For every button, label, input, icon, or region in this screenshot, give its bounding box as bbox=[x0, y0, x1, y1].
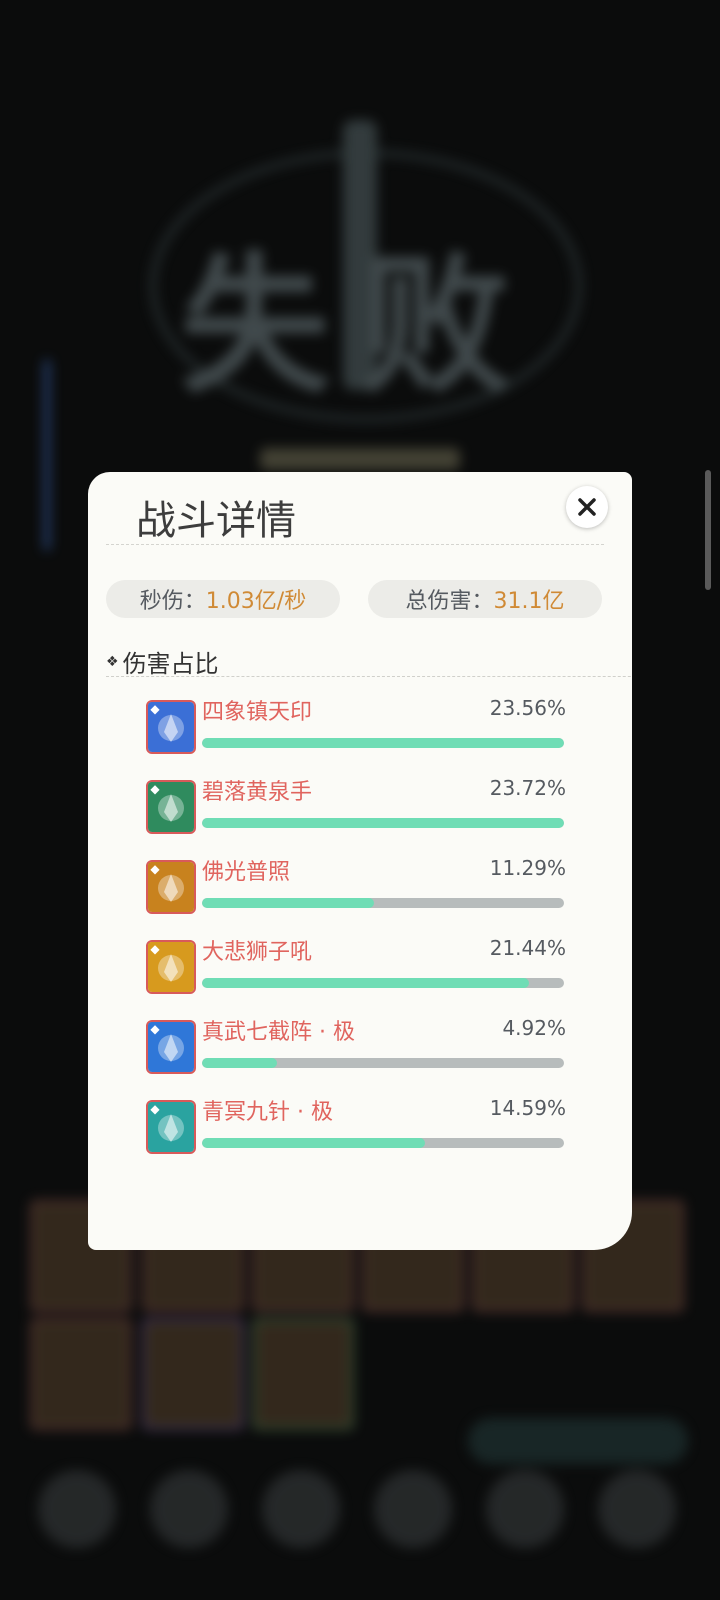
damage-bar-fill bbox=[202, 1138, 425, 1148]
dps-stat: 秒伤： 1.03亿/秒 bbox=[106, 580, 340, 618]
skill-name: 佛光普照 bbox=[202, 860, 291, 885]
damage-row: ◆ 大悲狮子吼 21.44% bbox=[146, 936, 566, 996]
damage-share-heading: ❖ 伤害占比 bbox=[106, 644, 219, 679]
damage-share-label: 伤害占比 bbox=[122, 650, 219, 678]
damage-row: ◆ 真武七截阵 · 极 4.92% bbox=[146, 1016, 566, 1076]
damage-bar-track bbox=[202, 898, 564, 908]
damage-row: ◆ 四象镇天印 23.56% bbox=[146, 696, 566, 756]
background-button bbox=[486, 1470, 564, 1548]
damage-bar-fill bbox=[202, 978, 530, 988]
background-card bbox=[30, 1318, 132, 1430]
damage-bar-track bbox=[202, 738, 564, 748]
damage-bar-fill bbox=[202, 898, 375, 908]
damage-bar-track bbox=[202, 1058, 564, 1068]
blue-seal-icon: ◆ bbox=[146, 700, 196, 754]
title-divider bbox=[106, 544, 604, 545]
blue-formation-icon: ◆ bbox=[146, 1020, 196, 1074]
dps-label: 秒伤： bbox=[139, 589, 206, 614]
scrollbar[interactable] bbox=[705, 470, 711, 590]
damage-row: ◆ 青冥九针 · 极 14.59% bbox=[146, 1096, 566, 1156]
skill-percent: 23.72% bbox=[489, 776, 566, 800]
background-card bbox=[142, 1318, 244, 1430]
dps-value: 1.03亿/秒 bbox=[205, 589, 307, 614]
skill-name: 青冥九针 · 极 bbox=[202, 1100, 333, 1125]
damage-bar-track bbox=[202, 978, 564, 988]
green-hand-icon: ◆ bbox=[146, 780, 196, 834]
section-divider bbox=[106, 676, 632, 677]
green-needle-icon: ◆ bbox=[146, 1100, 196, 1154]
background-banner bbox=[260, 448, 460, 470]
skill-name: 四象镇天印 bbox=[202, 700, 313, 725]
skill-percent: 23.56% bbox=[489, 696, 566, 720]
total-damage-stat: 总伤害： 31.1亿 bbox=[368, 580, 602, 618]
skill-percent: 4.92% bbox=[502, 1016, 566, 1040]
damage-bar-fill bbox=[202, 818, 564, 828]
background-bar bbox=[44, 360, 50, 550]
defeat-title: 失败 bbox=[179, 240, 540, 414]
background-card bbox=[252, 1318, 354, 1430]
skill-percent: 11.29% bbox=[489, 856, 566, 880]
close-icon bbox=[578, 498, 596, 516]
buddha-light-icon: ◆ bbox=[146, 860, 196, 914]
background-button bbox=[374, 1470, 452, 1548]
damage-row: ◆ 佛光普照 11.29% bbox=[146, 856, 566, 916]
skill-percent: 21.44% bbox=[489, 936, 566, 960]
skill-percent: 14.59% bbox=[489, 1096, 566, 1120]
damage-row: ◆ 碧落黄泉手 23.72% bbox=[146, 776, 566, 836]
close-button[interactable] bbox=[566, 486, 608, 528]
battle-details-dialog: 战斗详情 秒伤： 1.03亿/秒 总伤害： 31.1亿 ❖ 伤害占比 ◆ 四象镇天… bbox=[88, 472, 632, 1250]
background-button bbox=[38, 1470, 116, 1548]
diamond-icon: ❖ bbox=[106, 653, 119, 670]
total-damage-label: 总伤害： bbox=[405, 589, 494, 614]
lion-roar-icon: ◆ bbox=[146, 940, 196, 994]
damage-bar-track bbox=[202, 1138, 564, 1148]
background-button bbox=[598, 1470, 676, 1548]
total-damage-value: 31.1亿 bbox=[493, 589, 565, 614]
background-button bbox=[150, 1470, 228, 1548]
skill-name: 大悲狮子吼 bbox=[202, 940, 313, 965]
background-button bbox=[262, 1470, 340, 1548]
background-pill bbox=[468, 1418, 688, 1464]
damage-bar-fill bbox=[202, 738, 564, 748]
damage-bar-track bbox=[202, 818, 564, 828]
skill-name: 碧落黄泉手 bbox=[202, 780, 313, 805]
dialog-title: 战斗详情 bbox=[136, 498, 296, 544]
damage-bar-fill bbox=[202, 1058, 277, 1068]
skill-name: 真武七截阵 · 极 bbox=[202, 1020, 355, 1045]
